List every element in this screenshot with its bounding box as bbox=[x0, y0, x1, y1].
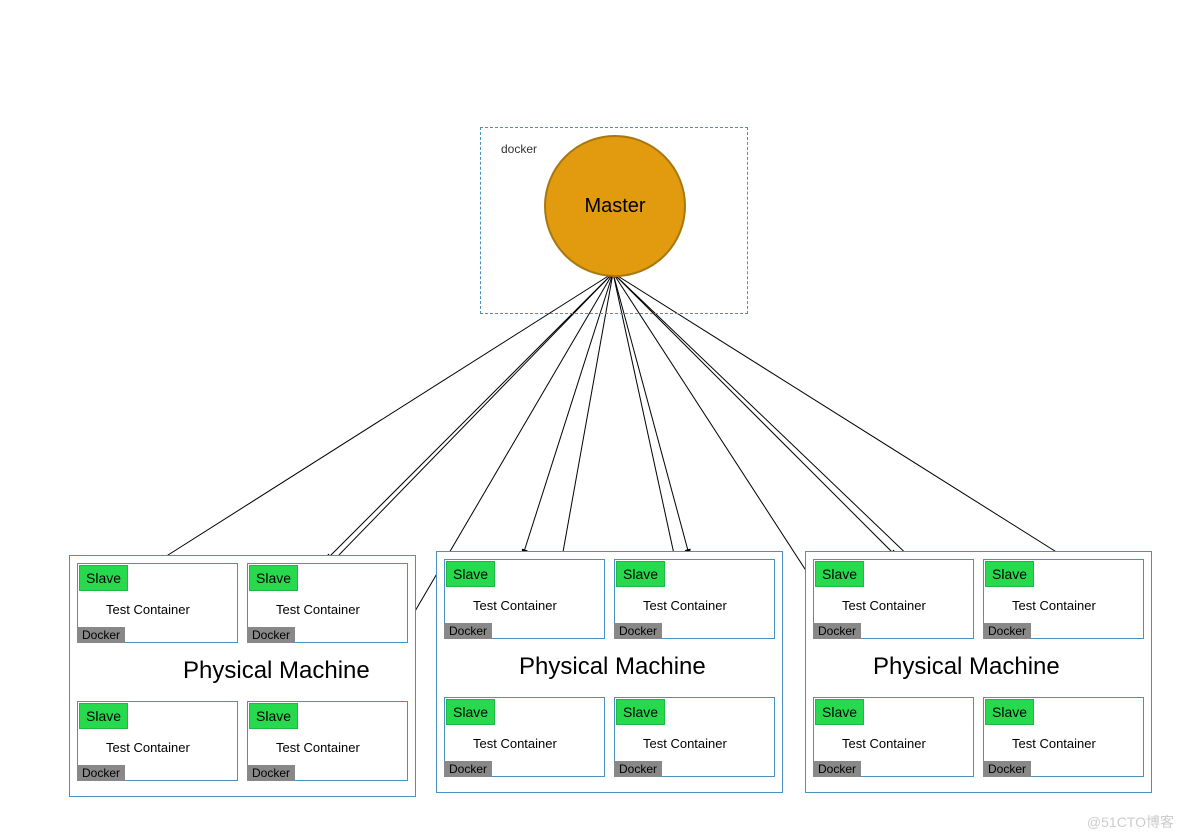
slave-container-3-4: Slave Test Container Docker bbox=[983, 697, 1144, 777]
watermark: @51CTO博客 bbox=[1087, 812, 1174, 832]
slave-badge: Slave bbox=[249, 703, 298, 729]
test-container-label: Test Container bbox=[842, 598, 926, 613]
diagram-canvas: docker Master Physical Machine Slave Tes… bbox=[0, 0, 1184, 837]
test-container-label: Test Container bbox=[1012, 736, 1096, 751]
slave-container-1-4: Slave Test Container Docker bbox=[247, 701, 408, 781]
slave-badge: Slave bbox=[815, 699, 864, 725]
slave-badge: Slave bbox=[985, 561, 1034, 587]
test-container-label: Test Container bbox=[473, 736, 557, 751]
pm1-label: Physical Machine bbox=[183, 657, 370, 685]
docker-badge: Docker bbox=[983, 623, 1031, 639]
test-container-label: Test Container bbox=[106, 740, 190, 755]
slave-container-1-1: Slave Test Container Docker bbox=[77, 563, 238, 643]
test-container-label: Test Container bbox=[276, 740, 360, 755]
docker-badge: Docker bbox=[77, 627, 125, 643]
slave-container-1-2: Slave Test Container Docker bbox=[247, 563, 408, 643]
slave-container-3-3: Slave Test Container Docker bbox=[813, 697, 974, 777]
slave-container-2-3: Slave Test Container Docker bbox=[444, 697, 605, 777]
slave-badge: Slave bbox=[249, 565, 298, 591]
docker-badge: Docker bbox=[813, 623, 861, 639]
docker-badge: Docker bbox=[614, 761, 662, 777]
pm3-label: Physical Machine bbox=[873, 653, 1060, 681]
slave-container-1-3: Slave Test Container Docker bbox=[77, 701, 238, 781]
slave-badge: Slave bbox=[446, 699, 495, 725]
test-container-label: Test Container bbox=[473, 598, 557, 613]
physical-machine-1: Physical Machine Slave Test Container Do… bbox=[69, 555, 416, 797]
slave-badge: Slave bbox=[79, 703, 128, 729]
test-container-label: Test Container bbox=[276, 602, 360, 617]
master-circle: Master bbox=[544, 135, 686, 277]
docker-badge: Docker bbox=[813, 761, 861, 777]
slave-badge: Slave bbox=[79, 565, 128, 591]
slave-badge: Slave bbox=[446, 561, 495, 587]
docker-box-label: docker bbox=[501, 142, 537, 156]
docker-badge: Docker bbox=[614, 623, 662, 639]
docker-badge: Docker bbox=[77, 765, 125, 781]
slave-container-2-1: Slave Test Container Docker bbox=[444, 559, 605, 639]
test-container-label: Test Container bbox=[1012, 598, 1096, 613]
slave-badge: Slave bbox=[815, 561, 864, 587]
slave-container-3-2: Slave Test Container Docker bbox=[983, 559, 1144, 639]
test-container-label: Test Container bbox=[643, 598, 727, 613]
test-container-label: Test Container bbox=[643, 736, 727, 751]
slave-badge: Slave bbox=[616, 699, 665, 725]
slave-container-3-1: Slave Test Container Docker bbox=[813, 559, 974, 639]
slave-badge: Slave bbox=[616, 561, 665, 587]
slave-badge: Slave bbox=[985, 699, 1034, 725]
physical-machine-3: Physical Machine Slave Test Container Do… bbox=[805, 551, 1152, 793]
slave-container-2-4: Slave Test Container Docker bbox=[614, 697, 775, 777]
test-container-label: Test Container bbox=[106, 602, 190, 617]
slave-container-2-2: Slave Test Container Docker bbox=[614, 559, 775, 639]
docker-badge: Docker bbox=[983, 761, 1031, 777]
docker-badge: Docker bbox=[444, 761, 492, 777]
docker-badge: Docker bbox=[247, 765, 295, 781]
docker-badge: Docker bbox=[247, 627, 295, 643]
pm2-label: Physical Machine bbox=[519, 653, 706, 681]
docker-badge: Docker bbox=[444, 623, 492, 639]
master-label: Master bbox=[584, 195, 645, 218]
test-container-label: Test Container bbox=[842, 736, 926, 751]
physical-machine-2: Physical Machine Slave Test Container Do… bbox=[436, 551, 783, 793]
